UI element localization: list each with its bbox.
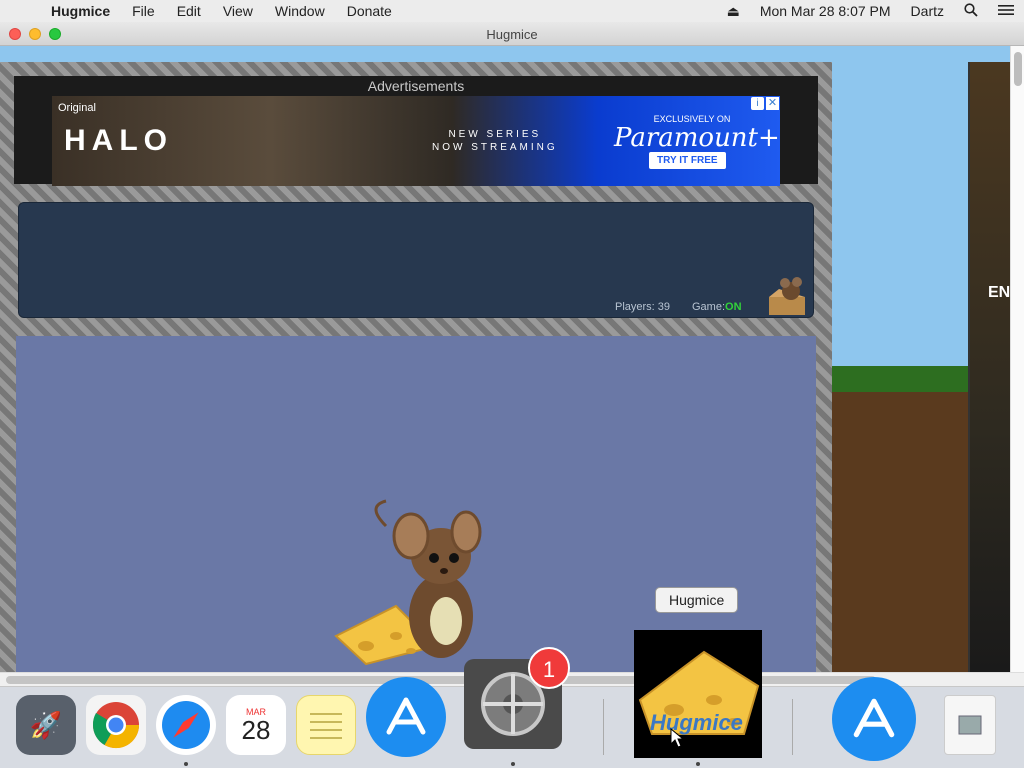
menu-view[interactable]: View [212, 3, 264, 19]
notification-badge: 1 [528, 647, 570, 689]
ad-subtext-line1: NEW SERIES [448, 129, 542, 140]
mouse-in-box-icon [769, 277, 805, 315]
menu-donate[interactable]: Donate [336, 3, 403, 19]
dock: 🚀 MAR 28 1 [0, 647, 1024, 768]
game-status-panel: Players: 39 Game:ON [18, 202, 814, 318]
ad-strip: Advertisements Original HALO NEW SERIES … [14, 76, 818, 186]
dock-separator [792, 699, 793, 755]
game-frame: Advertisements Original HALO NEW SERIES … [0, 62, 832, 672]
game-status: Game:ON [692, 301, 742, 313]
vertical-scrollbar[interactable] [1010, 46, 1024, 672]
system-preferences-icon[interactable]: 1 [464, 647, 570, 749]
player-mouse-character[interactable] [326, 496, 496, 666]
side-ad-banner[interactable]: EN [968, 62, 1014, 672]
background-scenery [832, 46, 972, 672]
launchpad-icon[interactable]: 🚀 [16, 695, 76, 755]
app-store-icon[interactable] [366, 677, 446, 757]
advertisements-label: Advertisements [367, 78, 465, 94]
ad-subtext-line2: NOW STREAMING [432, 142, 558, 153]
mouse-cursor-icon [670, 728, 684, 748]
side-ad-text: EN [988, 284, 1011, 301]
downloads-icon[interactable] [944, 695, 996, 755]
menu-edit[interactable]: Edit [166, 3, 212, 19]
safari-icon[interactable] [156, 695, 216, 755]
calendar-day: 28 [241, 715, 271, 745]
system-preferences-running-dot [511, 762, 515, 766]
spotlight-search-icon[interactable] [954, 2, 988, 20]
ad-brand-tag: Original [58, 102, 96, 114]
game-playfield[interactable] [16, 336, 816, 672]
window-titlebar: Hugmice [0, 22, 1024, 46]
menu-bar: Hugmice File Edit View Window Donate ⏏ M… [0, 0, 1024, 22]
ad-close-icon[interactable]: ✕ [766, 97, 779, 110]
menu-user[interactable]: Dartz [901, 3, 954, 19]
game-status-value: ON [725, 301, 742, 313]
eject-icon[interactable]: ⏏ [717, 3, 750, 20]
game-status-label: Game: [692, 301, 726, 313]
vertical-scroll-thumb[interactable] [1014, 52, 1022, 86]
web-content: Advertisements Original HALO NEW SERIES … [0, 46, 1024, 672]
hugmice-icon[interactable]: Hugmice [634, 630, 762, 758]
halo-ad-banner[interactable]: Original HALO NEW SERIES NOW STREAMING E… [52, 96, 780, 186]
chrome-icon[interactable] [86, 695, 146, 755]
dock-tooltip: Hugmice [655, 587, 739, 613]
ad-info-icon[interactable]: i [751, 97, 764, 110]
control-center-icon[interactable] [988, 3, 1024, 19]
menu-file[interactable]: File [121, 3, 166, 19]
players-count: Players: 39 [615, 301, 671, 313]
ad-network-logo: Paramount+ [614, 123, 780, 153]
menu-app-name[interactable]: Hugmice [40, 3, 121, 19]
ad-cta-button[interactable]: TRY IT FREE [649, 152, 726, 169]
app-store-icon[interactable] [832, 677, 916, 761]
ad-headline: HALO [64, 124, 173, 157]
hugmice-running-dot [696, 762, 700, 766]
window-title: Hugmice [486, 27, 538, 42]
menu-clock[interactable]: Mon Mar 28 8:07 PM [750, 3, 901, 19]
ad-subtext: NEW SERIES NOW STREAMING [432, 128, 558, 154]
calendar-icon[interactable]: MAR 28 [226, 695, 286, 755]
menu-window[interactable]: Window [264, 3, 336, 19]
notes-icon[interactable] [296, 695, 356, 755]
dock-separator [603, 699, 604, 755]
hugmice-icon-text: Hugmice [650, 710, 743, 735]
safari-running-dot [184, 762, 188, 766]
